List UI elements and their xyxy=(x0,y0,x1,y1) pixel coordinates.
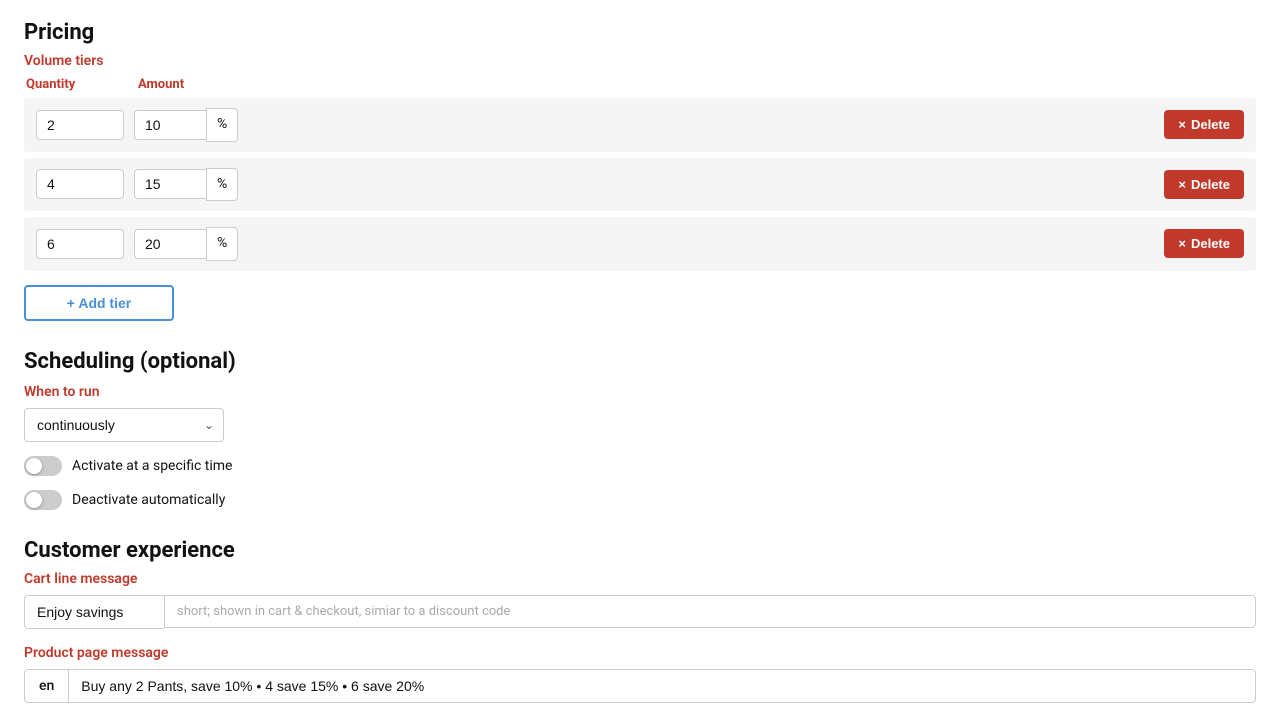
product-page-message-row: en xyxy=(24,669,1256,703)
activate-label: Activate at a specific time xyxy=(72,458,232,474)
tier-amount-input[interactable] xyxy=(134,229,206,259)
scheduling-title: Scheduling (optional) xyxy=(24,349,1256,374)
product-page-message-label: Product page message xyxy=(24,645,1256,661)
close-icon: × xyxy=(1178,117,1186,132)
deactivate-toggle[interactable] xyxy=(24,490,62,510)
scheduling-section: Scheduling (optional) When to run contin… xyxy=(24,349,1256,510)
pricing-section: Pricing Volume tiers Quantity Amount % × D… xyxy=(24,20,1256,321)
delete-label: Delete xyxy=(1191,117,1230,132)
table-row: % × Delete xyxy=(24,217,1256,271)
language-badge: en xyxy=(24,669,68,703)
tier-amount-wrapper: % xyxy=(134,108,238,142)
tier-percent-badge: % xyxy=(206,227,238,261)
delete-tier-button[interactable]: × Delete xyxy=(1164,229,1244,258)
customer-experience-title: Customer experience xyxy=(24,538,1256,563)
tier-amount-input[interactable] xyxy=(134,169,206,199)
delete-tier-button[interactable]: × Delete xyxy=(1164,110,1244,139)
table-row: % × Delete xyxy=(24,98,1256,152)
customer-experience-section: Customer experience Cart line message sh… xyxy=(24,538,1256,703)
table-row: % × Delete xyxy=(24,158,1256,212)
when-to-run-label: When to run xyxy=(24,384,1256,400)
cart-line-message-label: Cart line message xyxy=(24,571,1256,587)
tier-amount-input[interactable] xyxy=(134,110,206,140)
col-header-amount: Amount xyxy=(138,77,238,92)
tier-quantity-input[interactable] xyxy=(36,110,124,140)
when-to-run-wrapper: continuouslyscheduled ⌄ xyxy=(24,408,224,442)
tier-quantity-input[interactable] xyxy=(36,229,124,259)
deactivate-toggle-row: Deactivate automatically xyxy=(24,490,1256,510)
close-icon: × xyxy=(1178,177,1186,192)
deactivate-label: Deactivate automatically xyxy=(72,492,225,508)
activate-toggle[interactable] xyxy=(24,456,62,476)
tier-percent-badge: % xyxy=(206,108,238,142)
col-header-quantity: Quantity xyxy=(26,77,126,92)
when-to-run-select[interactable]: continuouslyscheduled xyxy=(24,408,224,442)
pricing-title: Pricing xyxy=(24,20,1256,45)
cart-line-message-row: short; shown in cart & checkout, simiar … xyxy=(24,595,1256,629)
cart-input-hint: short; shown in cart & checkout, simiar … xyxy=(164,595,1256,628)
tier-amount-wrapper: % xyxy=(134,227,238,261)
delete-tier-button[interactable]: × Delete xyxy=(1164,170,1244,199)
add-tier-button[interactable]: + Add tier xyxy=(24,285,174,321)
table-column-headers: Quantity Amount xyxy=(24,77,1256,92)
cart-line-message-input[interactable] xyxy=(24,595,164,629)
tiers-container: % × Delete% × Delete% × Delete xyxy=(24,98,1256,271)
tier-amount-wrapper: % xyxy=(134,168,238,202)
tier-quantity-input[interactable] xyxy=(36,169,124,199)
delete-label: Delete xyxy=(1191,236,1230,251)
product-page-message-input[interactable] xyxy=(68,669,1256,703)
volume-tiers-label: Volume tiers xyxy=(24,53,1256,69)
activate-toggle-row: Activate at a specific time xyxy=(24,456,1256,476)
tier-percent-badge: % xyxy=(206,168,238,202)
delete-label: Delete xyxy=(1191,177,1230,192)
close-icon: × xyxy=(1178,236,1186,251)
